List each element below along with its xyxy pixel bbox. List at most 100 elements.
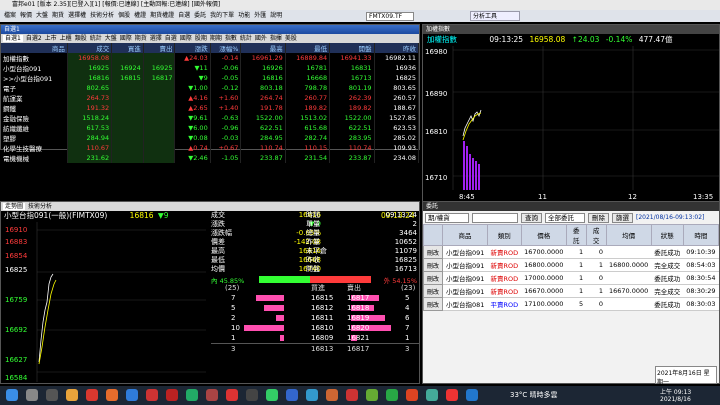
- order-row[interactable]: 刪改 小型台指091 新賣ROD 16700.0000 1 0 委託成功 09:10:39: [422, 245, 719, 259]
- order-edit-button[interactable]: 刪改: [422, 258, 444, 272]
- analysis-tools-button[interactable]: 分析工具: [470, 11, 520, 21]
- quote-tab-14[interactable]: 指數: [225, 35, 237, 42]
- menu-item-12[interactable]: 功能: [238, 12, 250, 19]
- search-icon[interactable]: [26, 389, 38, 401]
- quote-tab-17[interactable]: 指揮: [270, 35, 282, 42]
- book-cell[interactable]: 5: [231, 303, 235, 313]
- order-edit-button[interactable]: 刪改: [422, 245, 444, 259]
- app-icon-15[interactable]: [446, 389, 458, 401]
- app-icon-16[interactable]: [466, 389, 478, 401]
- quote-col-header[interactable]: 漲跌: [174, 43, 211, 53]
- menu-item-13[interactable]: 外匯: [254, 12, 266, 19]
- quote-col-header[interactable]: 漲幅%: [210, 43, 242, 53]
- app-icon-12[interactable]: [366, 389, 378, 401]
- app-icon-11[interactable]: [346, 389, 358, 401]
- menu-item-0[interactable]: 檔案: [4, 12, 16, 19]
- orders-col-header[interactable]: 均價: [605, 224, 652, 246]
- quote-tab-18[interactable]: 美股: [285, 35, 297, 42]
- quote-col-header[interactable]: 最低: [285, 43, 331, 53]
- quote-row[interactable]: 航運業 264.73 ▲4.16 +1.60 264.74 260.77 262.39 260…: [1, 93, 420, 103]
- quote-tab-7[interactable]: 國際: [120, 35, 132, 42]
- account-number-field[interactable]: [472, 212, 518, 223]
- order-edit-button[interactable]: 刪改: [422, 284, 444, 298]
- chrome-icon[interactable]: [86, 389, 98, 401]
- quote-col-header[interactable]: 最高: [240, 43, 286, 53]
- quote-col-header[interactable]: 賣出: [143, 43, 176, 53]
- menu-item-2[interactable]: 大盤: [36, 12, 48, 19]
- quote-tab-15[interactable]: 統計: [240, 35, 252, 42]
- app-icon-13[interactable]: [406, 389, 418, 401]
- quote-tab-8[interactable]: 期貨: [135, 35, 147, 42]
- index-chart-tab[interactable]: 加權指數: [423, 25, 719, 34]
- book-cell[interactable]: 6: [405, 313, 409, 323]
- book-cell[interactable]: 16817: [347, 293, 369, 303]
- orders-col-header[interactable]: 狀態: [650, 224, 684, 246]
- app-icon-10[interactable]: [326, 389, 338, 401]
- book-cell[interactable]: 10: [231, 323, 240, 333]
- book-cell[interactable]: 2: [231, 313, 235, 323]
- book-cell[interactable]: 5: [405, 293, 409, 303]
- order-row[interactable]: 刪改 小型台指091 新賣ROD 16800.0000 1 1 16800.0000 完全成交…: [422, 258, 719, 272]
- book-cell[interactable]: 16818: [347, 303, 369, 313]
- line-icon[interactable]: [386, 389, 398, 401]
- quote-row[interactable]: 紡織纖維 617.53 ▼6.00 -0.96 622.51 615.68 622.51 62…: [1, 123, 420, 133]
- firefox-icon[interactable]: [106, 389, 118, 401]
- order-edit-button[interactable]: 刪改: [422, 297, 444, 311]
- query-button[interactable]: 查詢: [521, 212, 542, 223]
- app-icon-9[interactable]: [306, 389, 318, 401]
- book-cell[interactable]: 7: [405, 323, 409, 333]
- menu-item-4[interactable]: 選擇權: [68, 12, 86, 19]
- menu-item-6[interactable]: 個股: [118, 12, 130, 19]
- book-cell[interactable]: 16821: [347, 333, 369, 343]
- quote-col-header[interactable]: 開盤: [329, 43, 375, 53]
- orders-col-header[interactable]: 類別: [486, 224, 522, 246]
- quote-col-header[interactable]: 昨收: [374, 43, 420, 53]
- book-cell[interactable]: 16811: [311, 313, 333, 323]
- book-cell[interactable]: 16819: [347, 313, 369, 323]
- quote-row[interactable]: 小型台指091 16925 16924 16925 ▼11 -0.06 16926 16781…: [1, 63, 420, 73]
- book-cell[interactable]: 16809: [311, 333, 333, 343]
- quote-row[interactable]: 金融保險 1518.24 ▼9.61 -0.63 1522.00 1513.02 1522.…: [1, 113, 420, 123]
- clock-time[interactable]: 上午 09:13: [660, 387, 691, 396]
- quote-tab-9[interactable]: 選擇: [150, 35, 162, 42]
- quote-tab-12[interactable]: 股期: [195, 35, 207, 42]
- order-row[interactable]: 刪改 小型台指091 新賣ROD 16670.0000 1 1 16670.0000 完全成交…: [422, 284, 719, 298]
- quote-row[interactable]: 電子 802.65 ▼1.00 -0.12 803.18 798.78 801.19 803.…: [1, 83, 420, 93]
- quote-row[interactable]: 電機機械 231.62 ▼2.46 -1.05 233.87 231.54 233.87 23…: [1, 153, 420, 163]
- menu-item-9[interactable]: 自選: [178, 12, 190, 19]
- quote-col-header[interactable]: 成交: [67, 43, 113, 53]
- quote-tab-3[interactable]: 上櫃: [60, 35, 72, 42]
- tab-trend[interactable]: 走勢圖: [3, 203, 26, 210]
- quote-col-header[interactable]: 商品: [1, 43, 68, 53]
- product-code-input[interactable]: FMTX09.TF: [366, 12, 414, 21]
- start-icon[interactable]: [6, 389, 18, 401]
- weather-widget[interactable]: 33°C 晴時多雲: [510, 390, 558, 400]
- orders-col-header[interactable]: 委託: [565, 224, 587, 246]
- book-cell[interactable]: 1: [405, 333, 409, 343]
- quote-tab-2[interactable]: 上市: [45, 35, 57, 42]
- orders-col-header[interactable]: 時間: [682, 224, 720, 246]
- app-icon-6[interactable]: [246, 389, 258, 401]
- app-icon-8[interactable]: [286, 389, 298, 401]
- taskview-icon[interactable]: [46, 389, 58, 401]
- app-icon-2[interactable]: [166, 389, 178, 401]
- menu-item-3[interactable]: 期貨: [52, 12, 64, 19]
- quote-tab-16[interactable]: 國外: [255, 35, 267, 42]
- quote-row[interactable]: 加權指數 16958.08 ▲24.03 -0.14 16961.29 16889.84 1…: [1, 53, 420, 63]
- book-cell[interactable]: 16812: [311, 303, 333, 313]
- orders-col-header[interactable]: 價格: [520, 224, 567, 246]
- book-cell[interactable]: 16820: [347, 323, 369, 333]
- app-icon-7[interactable]: [266, 389, 278, 401]
- book-cell[interactable]: 16810: [311, 323, 333, 333]
- account-select[interactable]: 期/權貨: [425, 212, 469, 223]
- quote-row[interactable]: 化學生技醫療 110.67 ▲0.74 +0.67 110.74 110.15 110.74…: [1, 143, 420, 153]
- order-filter-select[interactable]: 全部委託: [545, 212, 585, 223]
- order-row[interactable]: 刪改 小型台指091 新賣ROD 17000.0000 1 0 委託成功 08:30:54: [422, 271, 719, 285]
- quote-tab-13[interactable]: 期期: [210, 35, 222, 42]
- quote-tab-10[interactable]: 自選: [165, 35, 177, 42]
- menu-item-11[interactable]: 我的下單: [210, 12, 234, 19]
- app-icon-4[interactable]: [206, 389, 218, 401]
- menu-item-7[interactable]: 權證: [134, 12, 146, 19]
- delete-button[interactable]: 刪除: [588, 212, 609, 223]
- quote-col-header[interactable]: 買進: [111, 43, 144, 53]
